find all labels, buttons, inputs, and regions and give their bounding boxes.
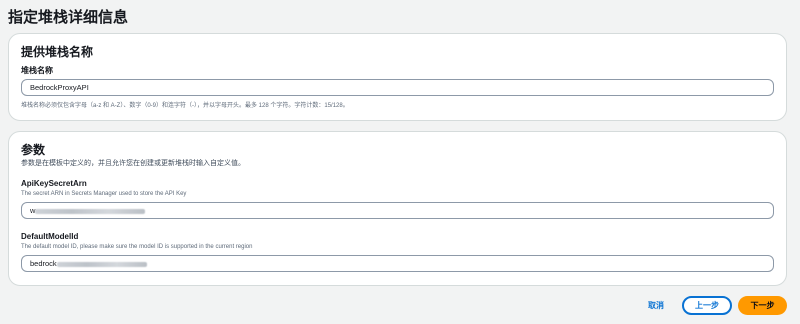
default-model-visible-prefix: bedrock [30, 259, 57, 268]
api-key-secret-arn-description: The secret ARN in Secrets Manager used t… [21, 191, 187, 197]
default-model-id-description: The default model ID, please make sure t… [21, 244, 253, 250]
default-model-id-label: DefaultModelId [21, 232, 79, 241]
parameters-card: 参数 参数是在模板中定义的，并且允许您在创建或更新堆栈时输入自定义值。 ApiK… [8, 131, 787, 286]
api-key-secret-arn-input[interactable]: w [21, 202, 774, 219]
cancel-button[interactable]: 取消 [636, 296, 676, 315]
default-model-id-input[interactable]: bedrock [21, 255, 774, 272]
stack-name-label: 堆栈名称 [21, 66, 53, 75]
redacted-value [56, 261, 147, 267]
stack-name-section-title: 提供堆栈名称 [21, 45, 94, 59]
redacted-value [35, 208, 146, 214]
api-key-secret-arn-label: ApiKeySecretArn [21, 179, 87, 188]
parameters-section-title: 参数 [21, 143, 46, 157]
next-button[interactable]: 下一步 [738, 296, 787, 315]
previous-button[interactable]: 上一步 [682, 296, 732, 315]
stack-name-card: 提供堆栈名称 堆栈名称 BedrockProxyAPI 堆栈名称必须仅包含字母（… [8, 33, 787, 121]
parameters-description: 参数是在模板中定义的，并且允许您在创建或更新堆栈时输入自定义值。 [21, 160, 245, 167]
page-title: 指定堆栈详细信息 [8, 9, 129, 26]
stack-name-input[interactable]: BedrockProxyAPI [21, 79, 774, 96]
stack-name-hint: 堆栈名称必须仅包含字母（a-z 和 A-Z）、数字（0-9）和连字符（-），并以… [21, 103, 349, 109]
